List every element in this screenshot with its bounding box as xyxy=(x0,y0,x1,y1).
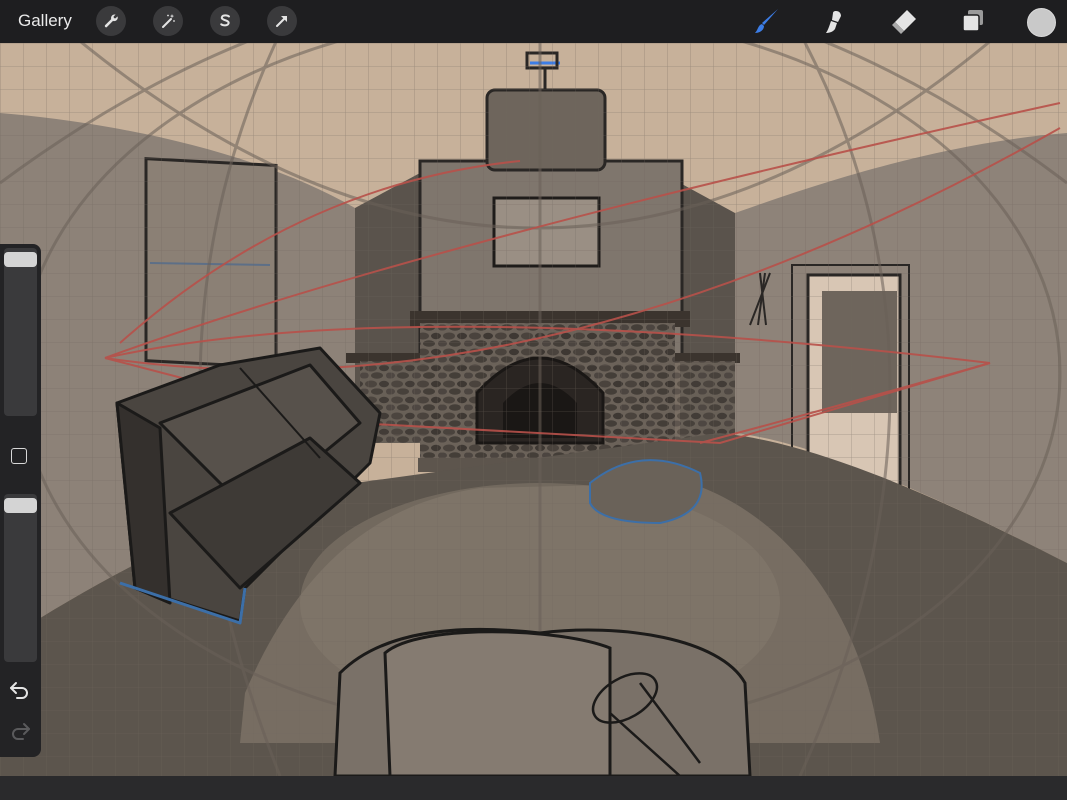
selection-button[interactable] xyxy=(210,6,240,36)
drawing-canvas[interactable] xyxy=(0,43,1067,776)
transform-button[interactable] xyxy=(267,6,297,36)
eraser-tool-button[interactable] xyxy=(888,5,920,37)
actions-button[interactable] xyxy=(96,6,126,36)
layers-button[interactable] xyxy=(957,5,989,37)
brush-size-slider[interactable] xyxy=(4,248,37,416)
redo-icon[interactable] xyxy=(8,720,32,742)
color-picker-swatch[interactable] xyxy=(1027,8,1056,37)
arrow-cursor-icon xyxy=(276,16,287,27)
modify-button[interactable] xyxy=(11,448,27,464)
undo-icon[interactable] xyxy=(8,679,32,701)
opacity-thumb[interactable] xyxy=(4,498,37,513)
top-toolbar: Gallery xyxy=(0,0,1067,43)
smudge-icon xyxy=(826,11,841,33)
opacity-slider[interactable] xyxy=(4,494,37,662)
bottom-strip xyxy=(0,776,1067,800)
brush-sidebar xyxy=(0,244,41,757)
living-room-sketch xyxy=(0,43,1067,776)
selection-s-icon xyxy=(220,14,230,27)
wrench-icon xyxy=(104,14,118,28)
eraser-icon xyxy=(892,10,916,34)
brush-size-thumb[interactable] xyxy=(4,252,37,267)
magic-wand-icon xyxy=(162,14,175,28)
brush-icon xyxy=(755,9,778,33)
smudge-tool-button[interactable] xyxy=(818,5,850,37)
brush-tool-button[interactable] xyxy=(751,5,783,37)
adjustments-button[interactable] xyxy=(153,6,183,36)
chair-sketch xyxy=(333,627,752,776)
layers-icon xyxy=(962,10,983,32)
gallery-button[interactable]: Gallery xyxy=(18,11,72,31)
